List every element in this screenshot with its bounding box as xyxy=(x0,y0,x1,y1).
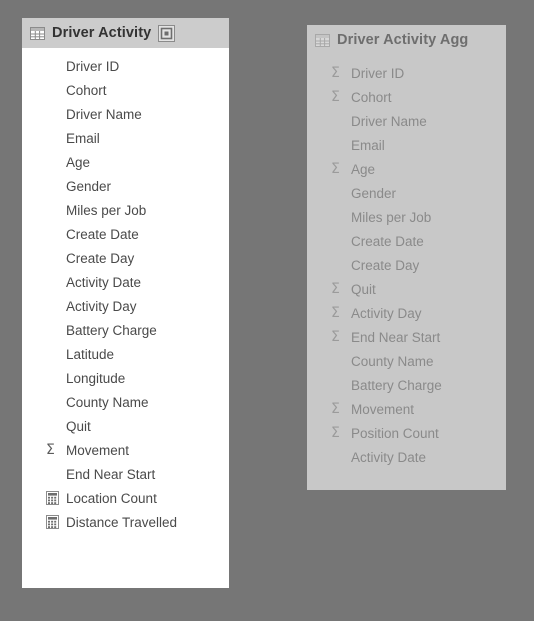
field-label: Gender xyxy=(351,185,397,201)
field-list-item[interactable]: Email xyxy=(307,133,506,157)
field-list-item[interactable]: Miles per Job xyxy=(307,205,506,229)
field-list-item[interactable]: County Name xyxy=(22,390,229,414)
field-label: County Name xyxy=(66,394,149,410)
panel-header-driver-activity[interactable]: Driver Activity xyxy=(22,18,229,48)
field-label: Battery Charge xyxy=(66,322,157,338)
field-list-item[interactable]: Create Date xyxy=(307,229,506,253)
field-list-item[interactable]: Create Day xyxy=(307,253,506,277)
field-label: Email xyxy=(66,130,100,146)
field-label: End Near Start xyxy=(66,466,156,482)
field-list-item[interactable]: Σ Activity Day xyxy=(307,301,506,325)
field-list-item[interactable]: Battery Charge xyxy=(22,318,229,342)
field-list-item[interactable]: Miles per Job xyxy=(22,198,229,222)
field-list-item[interactable]: Cohort xyxy=(22,78,229,102)
field-label: Cohort xyxy=(351,89,392,105)
field-label: Driver Name xyxy=(66,106,142,122)
field-label: Create Date xyxy=(351,233,424,249)
field-label: Email xyxy=(351,137,385,153)
field-label: County Name xyxy=(351,353,434,369)
field-list-item[interactable]: County Name xyxy=(307,349,506,373)
field-label: Position Count xyxy=(351,425,439,441)
field-label: Create Day xyxy=(351,257,420,273)
field-label: Driver Name xyxy=(351,113,427,129)
field-list-item[interactable]: Location Count xyxy=(22,486,229,510)
field-list-item[interactable]: Create Day xyxy=(22,246,229,270)
field-list-item[interactable]: Σ End Near Start xyxy=(307,325,506,349)
fields-panel-driver-activity-agg: Driver Activity Agg Σ Driver ID Σ Cohort Dri… xyxy=(307,25,506,490)
field-list-driver-activity: Driver ID Cohort Driver Name Email Age Gender… xyxy=(22,48,229,534)
sigma-icon: Σ xyxy=(331,281,340,297)
field-label: Driver ID xyxy=(66,58,120,74)
sigma-icon: Σ xyxy=(331,329,340,345)
field-list-item[interactable]: Activity Date xyxy=(307,445,506,469)
field-list-item[interactable]: Age xyxy=(22,150,229,174)
field-list-item[interactable]: Σ Quit xyxy=(307,277,506,301)
field-list-item[interactable]: Σ Cohort xyxy=(307,85,506,109)
sigma-icon: Σ xyxy=(331,89,340,105)
field-label: Driver ID xyxy=(351,65,405,81)
field-list-item[interactable]: Σ Position Count xyxy=(307,421,506,445)
sigma-icon: Σ xyxy=(331,425,340,441)
panel-title: Driver Activity Agg xyxy=(337,32,469,48)
table-icon xyxy=(315,33,330,48)
field-label: Distance Travelled xyxy=(66,514,178,530)
field-list-item[interactable]: Driver Name xyxy=(307,109,506,133)
field-label: Age xyxy=(351,161,376,177)
table-icon xyxy=(30,26,45,41)
field-label: Gender xyxy=(66,178,112,194)
field-list-item[interactable]: Gender xyxy=(22,174,229,198)
sigma-icon: Σ xyxy=(331,65,340,81)
field-list-item[interactable]: Σ Movement xyxy=(307,397,506,421)
panel-title: Driver Activity xyxy=(52,25,152,41)
field-list-item[interactable]: Activity Day xyxy=(22,294,229,318)
sigma-icon: Σ xyxy=(331,161,340,177)
field-list-item[interactable]: Latitude xyxy=(22,342,229,366)
field-list-driver-activity-agg: Σ Driver ID Σ Cohort Driver Name Email Σ Age Gen… xyxy=(307,55,506,469)
aggregation-icon[interactable] xyxy=(158,24,176,42)
field-list-item[interactable]: Battery Charge xyxy=(307,373,506,397)
sigma-icon: Σ xyxy=(331,305,340,321)
field-list-item[interactable]: End Near Start xyxy=(22,462,229,486)
panel-header-driver-activity-agg[interactable]: Driver Activity Agg xyxy=(307,25,506,55)
field-list-item[interactable]: Create Date xyxy=(22,222,229,246)
field-label: Activity Date xyxy=(66,274,142,290)
field-label: Activity Date xyxy=(351,449,427,465)
field-label: Movement xyxy=(66,442,130,458)
field-label: Latitude xyxy=(66,346,115,362)
field-label: Activity Day xyxy=(351,305,422,321)
field-list-item[interactable]: Gender xyxy=(307,181,506,205)
measure-calculator-icon xyxy=(46,491,66,505)
field-label: Create Day xyxy=(66,250,135,266)
field-list-item[interactable]: Driver ID xyxy=(22,54,229,78)
field-label: Quit xyxy=(351,281,376,297)
field-label: Longitude xyxy=(66,370,126,386)
sigma-icon: Σ xyxy=(331,401,340,417)
field-label: Activity Day xyxy=(66,298,137,314)
field-list-item[interactable]: Driver Name xyxy=(22,102,229,126)
field-label: Movement xyxy=(351,401,415,417)
field-label: Age xyxy=(66,154,91,170)
field-list-item[interactable]: Email xyxy=(22,126,229,150)
sigma-icon: Σ xyxy=(46,442,55,458)
field-label: Cohort xyxy=(66,82,107,98)
field-list-item[interactable]: Σ Movement xyxy=(22,438,229,462)
field-list-item[interactable]: Longitude xyxy=(22,366,229,390)
field-list-item[interactable]: Distance Travelled xyxy=(22,510,229,534)
field-label: Miles per Job xyxy=(351,209,432,225)
field-list-item[interactable]: Activity Date xyxy=(22,270,229,294)
field-label: Create Date xyxy=(66,226,139,242)
field-label: Battery Charge xyxy=(351,377,442,393)
field-label: Quit xyxy=(66,418,91,434)
field-label: Miles per Job xyxy=(66,202,147,218)
field-list-item[interactable]: Quit xyxy=(22,414,229,438)
measure-calculator-icon xyxy=(46,515,66,529)
fields-panel-driver-activity: Driver Activity Driver ID Cohort Driver Na… xyxy=(22,18,229,588)
field-label: Location Count xyxy=(66,490,157,506)
field-list-item[interactable]: Σ Driver ID xyxy=(307,61,506,85)
field-label: End Near Start xyxy=(351,329,441,345)
field-list-item[interactable]: Σ Age xyxy=(307,157,506,181)
